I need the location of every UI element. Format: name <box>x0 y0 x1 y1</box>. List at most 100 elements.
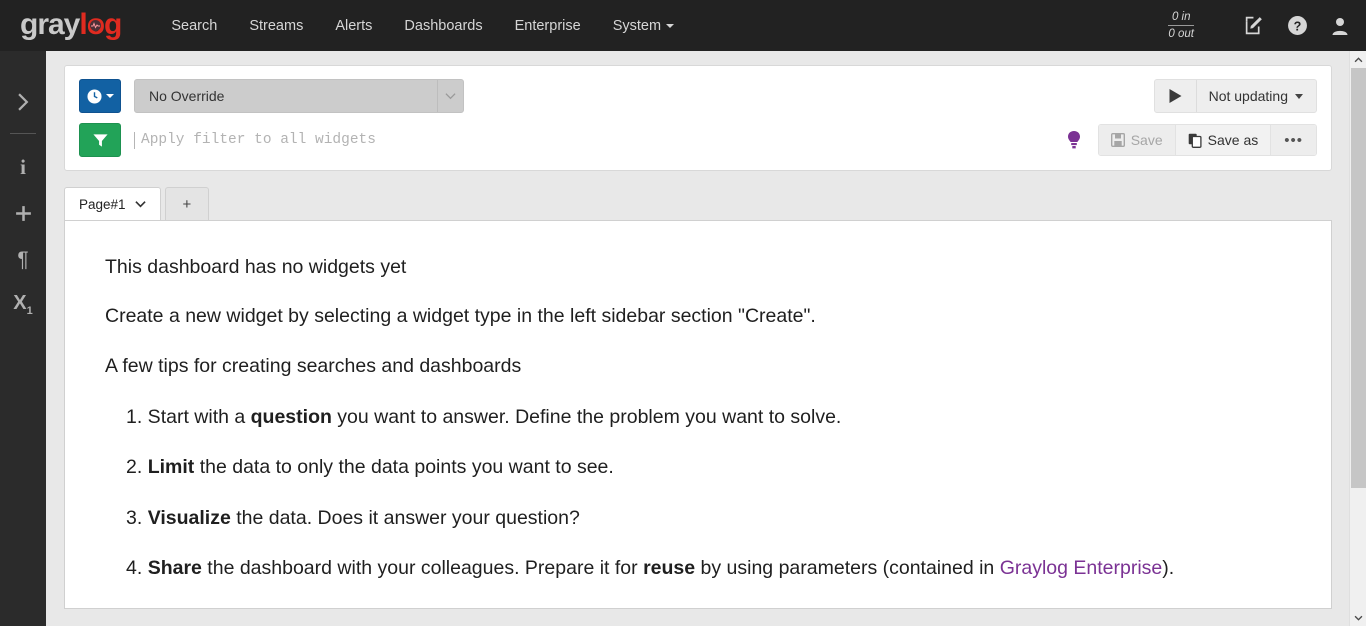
pilcrow-icon: ¶ <box>17 247 29 271</box>
top-navbar: graylog Search Streams Alerts Dashboards… <box>0 0 1366 51</box>
tip-1-bold: question <box>250 406 332 429</box>
filter-button[interactable] <box>79 123 121 157</box>
tip-4-post2: by using parameters (contained in <box>695 556 1000 579</box>
tip-2-post: the data to only the data points you wan… <box>194 456 614 479</box>
main-nav: Search Streams Alerts Dashboards Enterpr… <box>155 0 690 51</box>
tip-3-number: 3. <box>126 506 143 529</box>
logo-text-gray: gray <box>20 7 80 41</box>
tip-4-post: the dashboard with your colleagues. Prep… <box>201 556 644 579</box>
tip-1-number: 1. <box>126 406 143 429</box>
tip-2-number: 2. <box>126 456 143 479</box>
chevron-down-icon <box>105 94 114 98</box>
list-item: 1. Start with a question you want to ans… <box>105 403 1291 431</box>
refresh-play-button[interactable] <box>1155 80 1197 112</box>
throughput-indicator[interactable]: 0 in 0 out <box>1168 10 1194 42</box>
sidebar-item-info-icon[interactable]: i <box>0 144 46 190</box>
graylog-enterprise-link[interactable]: Graylog Enterprise <box>1000 557 1163 579</box>
throughput-out: 0 out <box>1168 28 1194 40</box>
list-item: 4. Share the dashboard with your colleag… <box>105 554 1291 582</box>
play-icon <box>1169 89 1182 103</box>
edit-icon[interactable] <box>1244 15 1265 36</box>
sidebar-item-highlighting-icon[interactable]: ¶ <box>0 236 46 282</box>
query-row-timerange: No Override Not updating <box>79 79 1317 113</box>
info-icon: i <box>20 154 26 179</box>
tab-page-1-label: Page#1 <box>79 196 126 212</box>
save-button[interactable]: Save <box>1098 125 1175 155</box>
svg-text:?: ? <box>1294 19 1302 33</box>
timerange-picker-button[interactable] <box>79 79 121 113</box>
dashboard-page: No Override Not updating Apply filter to… <box>46 51 1366 626</box>
dashboard-content-panel: This dashboard has no widgets yet Create… <box>64 220 1332 609</box>
left-sidebar: i ¶ X1 <box>0 51 46 626</box>
clock-icon <box>86 88 102 104</box>
refresh-interval-dropdown[interactable]: Not updating <box>1197 80 1316 112</box>
page-scrollbar[interactable] <box>1349 51 1366 626</box>
logo-text-log: log <box>79 9 122 40</box>
navbar-right: 0 in 0 out ? <box>1168 0 1366 51</box>
scroll-down-arrow-icon[interactable] <box>1350 609 1366 626</box>
save-controls: Save Save as ••• <box>1097 124 1317 156</box>
filter-icon <box>92 133 108 147</box>
dashboard-tips-list: 1. Start with a question you want to ans… <box>105 403 1291 582</box>
ellipsis-icon: ••• <box>1284 131 1303 149</box>
select-caret-box <box>437 80 463 112</box>
tab-add-page-label: + <box>182 195 192 213</box>
streams-override-value: No Override <box>149 88 225 104</box>
pulse-icon <box>90 19 102 31</box>
chevron-down-icon <box>134 201 146 208</box>
sidebar-item-fields-icon[interactable]: X1 <box>0 282 46 328</box>
save-as-button[interactable]: Save as <box>1174 125 1271 155</box>
help-icon[interactable]: ? <box>1287 15 1308 36</box>
tip-1-pre: Start with a <box>142 406 251 429</box>
nav-link-system[interactable]: System <box>597 0 690 51</box>
sidebar-toggle-expand-icon[interactable] <box>0 79 46 125</box>
empty-dashboard-heading: This dashboard has no widgets yet <box>105 256 407 278</box>
query-bar-card: No Override Not updating Apply filter to… <box>64 65 1332 171</box>
nav-link-enterprise[interactable]: Enterprise <box>499 0 597 51</box>
nav-label-alerts: Alerts <box>335 17 373 34</box>
sidebar-item-create-icon[interactable] <box>0 190 46 236</box>
graylog-logo[interactable]: graylog <box>20 7 122 41</box>
nav-label-enterprise: Enterprise <box>514 17 581 34</box>
tip-2-bold: Limit <box>147 456 195 479</box>
nav-link-search[interactable]: Search <box>155 0 233 51</box>
tip-1-post: you want to answer. Define the problem y… <box>331 406 842 429</box>
tip-3-bold: Visualize <box>147 506 231 529</box>
tab-page-1[interactable]: Page#1 <box>64 187 161 220</box>
widget-filter-placeholder: Apply filter to all widgets <box>141 132 376 148</box>
refresh-interval-label: Not updating <box>1208 88 1288 104</box>
tip-4-number: 4. <box>126 556 143 579</box>
scroll-up-arrow-icon[interactable] <box>1350 51 1366 68</box>
query-row-filter: Apply filter to all widgets Save Save as… <box>79 123 1317 157</box>
list-item: 3. Visualize the data. Does it answer yo… <box>105 504 1291 532</box>
nav-link-dashboards[interactable]: Dashboards <box>388 0 498 51</box>
chevron-down-icon <box>445 93 456 100</box>
empty-dashboard-tips-title: A few tips for creating searches and das… <box>105 354 522 377</box>
tip-3-post: the data. Does it answer your question? <box>230 506 580 529</box>
nav-link-alerts[interactable]: Alerts <box>319 0 388 51</box>
tip-4-bold2: reuse <box>643 556 696 579</box>
empty-dashboard-subheading: Create a new widget by selecting a widge… <box>105 305 816 328</box>
tab-add-page[interactable]: + <box>164 187 210 220</box>
save-disk-icon <box>1110 133 1125 147</box>
nav-label-system: System <box>612 17 662 34</box>
tip-4-bold: Share <box>147 556 202 579</box>
page-tabs: Page#1 + <box>64 187 1348 220</box>
throughput-in: 0 in <box>1168 10 1194 26</box>
nav-label-dashboards: Dashboards <box>404 17 483 34</box>
nav-link-streams[interactable]: Streams <box>233 0 319 51</box>
nav-label-search: Search <box>171 17 218 34</box>
user-icon[interactable] <box>1330 16 1350 36</box>
scrollbar-thumb[interactable] <box>1351 68 1366 488</box>
widget-filter-input[interactable]: Apply filter to all widgets <box>134 123 1066 157</box>
list-item: 2. Limit the data to only the data point… <box>105 453 1291 481</box>
more-actions-button[interactable]: ••• <box>1270 125 1316 155</box>
streams-override-select[interactable]: No Override <box>134 79 464 113</box>
copy-icon <box>1188 133 1202 148</box>
lightbulb-icon[interactable] <box>1066 130 1082 150</box>
chevron-down-icon <box>1295 93 1303 99</box>
save-button-label: Save <box>1130 132 1163 148</box>
subscript-icon: X1 <box>13 292 33 317</box>
chevron-down-icon <box>666 23 675 28</box>
refresh-controls: Not updating <box>1153 79 1317 113</box>
